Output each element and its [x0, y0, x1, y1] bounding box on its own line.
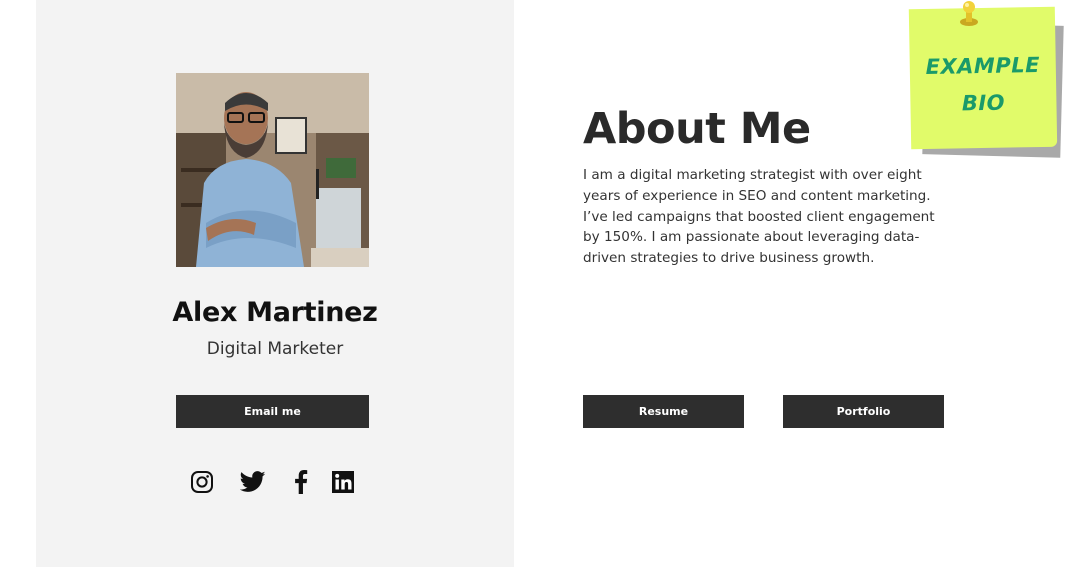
instagram-icon[interactable] — [189, 469, 215, 495]
twitter-icon[interactable] — [240, 469, 266, 495]
profile-role: Digital Marketer — [206, 339, 344, 359]
linkedin-icon[interactable] — [330, 469, 356, 495]
sticky-note-text: EXAMPLE BIO — [909, 47, 1056, 124]
pushpin-icon — [960, 1, 978, 26]
profile-name: Alex Martinez — [172, 297, 378, 328]
sticky-note-paper: EXAMPLE BIO — [908, 6, 1058, 150]
portfolio-button[interactable]: Portfolio — [783, 395, 944, 428]
resume-button[interactable]: Resume — [583, 395, 744, 428]
about-title: About Me — [583, 104, 811, 154]
about-text: I am a digital marketing strategist with… — [583, 167, 935, 267]
sticky-note-line1: EXAMPLE — [925, 53, 1041, 79]
sticky-note-line2: BIO — [961, 90, 1006, 116]
sticky-note: EXAMPLE BIO — [908, 1, 1064, 158]
profile-photo — [176, 73, 369, 267]
facebook-icon[interactable] — [288, 469, 314, 495]
email-button[interactable]: Email me — [176, 395, 369, 428]
